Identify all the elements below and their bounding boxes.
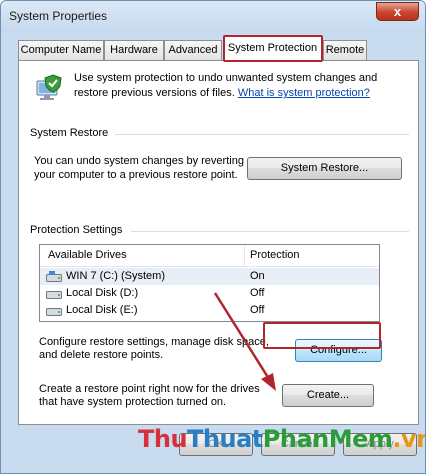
system-restore-heading: System Restore: [30, 127, 109, 139]
drive-protection-status: Off: [250, 287, 265, 299]
watermark-part: PhanMem: [262, 425, 393, 453]
create-button[interactable]: Create...: [282, 384, 374, 407]
drive-icon: [46, 291, 62, 299]
column-separator[interactable]: [244, 245, 245, 267]
group-divider: [115, 134, 409, 135]
tab-hardware[interactable]: Hardware: [104, 40, 164, 60]
tab-advanced[interactable]: Advanced: [164, 40, 222, 60]
drives-list-header: Available Drives Protection: [40, 245, 379, 267]
group-divider: [131, 231, 409, 232]
tab-label: System Protection: [227, 42, 318, 54]
title-bar[interactable]: System Properties x: [1, 1, 425, 31]
drive-row-d[interactable]: Local Disk (D:) Off: [40, 285, 379, 302]
configure-description: Configure restore settings, manage disk …: [39, 336, 269, 361]
drive-protection-status: Off: [250, 304, 265, 316]
create-description: Create a restore point right now for the…: [39, 383, 260, 408]
watermark-part: .vn: [392, 425, 425, 453]
system-restore-description: You can undo system changes by reverting…: [34, 155, 244, 181]
drive-row-c[interactable]: WIN 7 (C:) (System) On: [40, 268, 379, 285]
tab-remote[interactable]: Remote: [323, 40, 367, 60]
close-button[interactable]: x: [376, 2, 419, 21]
window-title: System Properties: [9, 9, 108, 23]
tab-system-protection[interactable]: System Protection: [223, 36, 322, 61]
drive-protection-status: On: [250, 270, 265, 282]
watermark-part: Thuat: [187, 425, 263, 453]
system-protection-icon: [36, 74, 62, 100]
column-available-drives[interactable]: Available Drives: [48, 249, 127, 261]
watermark-part: Thu: [138, 425, 188, 453]
system-restore-button[interactable]: System Restore...: [247, 157, 402, 180]
drive-row-e[interactable]: Local Disk (E:) Off: [40, 302, 379, 319]
watermark-logo: ThuThuatPhanMem.vn: [138, 425, 425, 453]
protection-settings-heading: Protection Settings: [30, 224, 123, 236]
drive-name: WIN 7 (C:) (System): [66, 270, 165, 282]
system-drive-icon: [46, 271, 62, 282]
tab-label: Computer Name: [20, 44, 102, 56]
drives-list[interactable]: Available Drives Protection WIN 7 (C:) (…: [39, 244, 380, 322]
tab-computer-name[interactable]: Computer Name: [18, 40, 104, 60]
system-protection-panel: Use system protection to undo unwanted s…: [18, 60, 419, 425]
system-properties-window: System Properties x Computer Name Hardwa…: [0, 0, 426, 474]
tab-label: Advanced: [168, 44, 218, 56]
column-protection[interactable]: Protection: [250, 249, 300, 261]
close-icon: x: [393, 4, 402, 19]
tab-label: Remote: [325, 44, 365, 56]
drive-icon: [46, 308, 62, 316]
what-is-system-protection-link[interactable]: What is system protection?: [238, 87, 370, 99]
tab-label: Hardware: [110, 44, 158, 56]
drive-name: Local Disk (D:): [66, 287, 139, 299]
drive-name: Local Disk (E:): [66, 304, 138, 316]
create-highlight-box: [263, 322, 381, 349]
intro-text: Use system protection to undo unwanted s…: [74, 71, 409, 101]
